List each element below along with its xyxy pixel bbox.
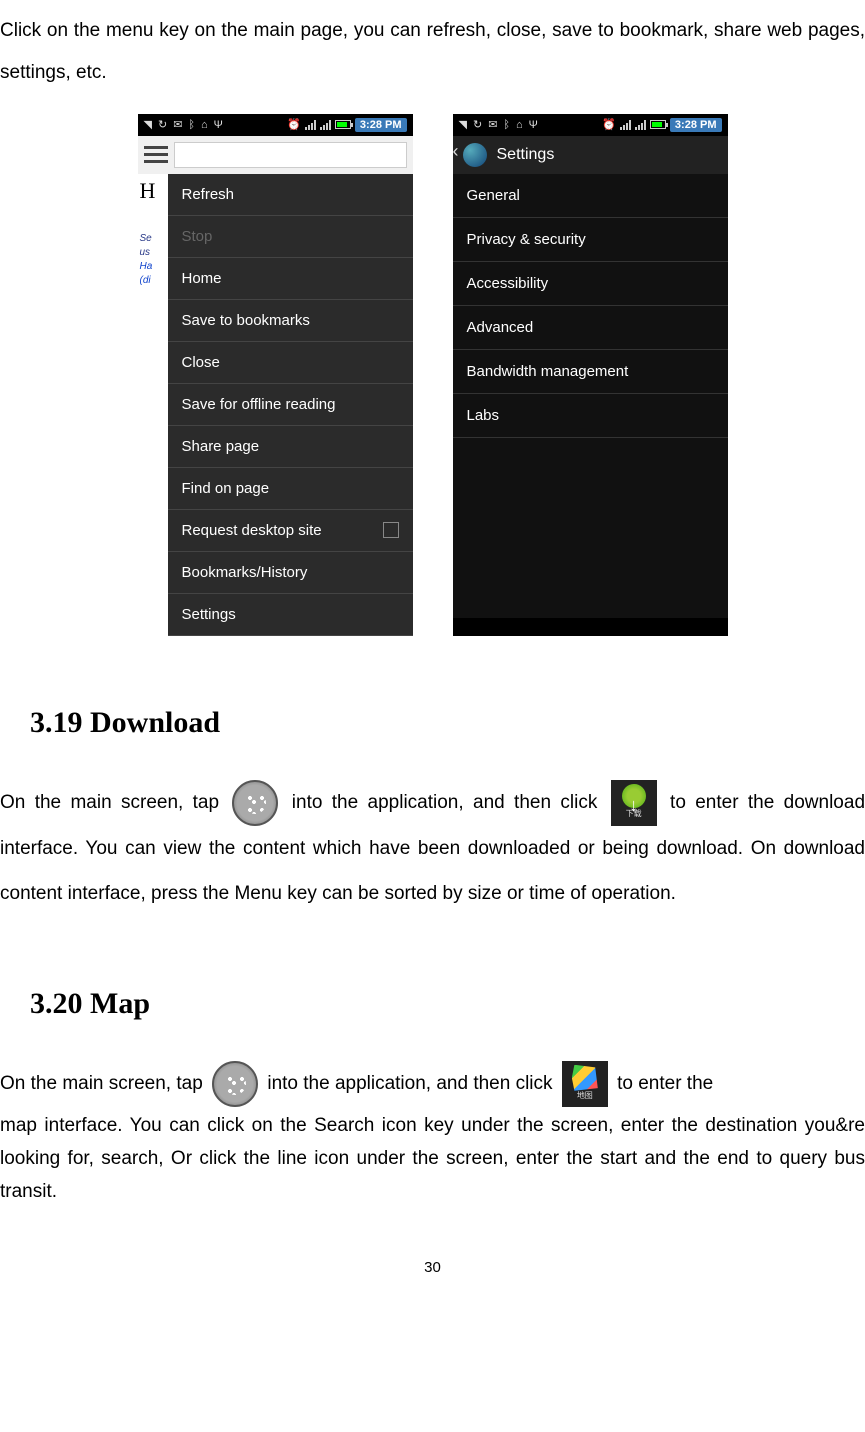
- sync-icon: ↻: [158, 118, 167, 131]
- settings-header: Settings: [453, 136, 728, 174]
- bluetooth-icon: ᛒ: [188, 119, 195, 131]
- intro-paragraph: Click on the menu key on the main page, …: [0, 10, 865, 94]
- sd-icon: ⌂: [201, 119, 208, 131]
- sd-icon: ⌂: [516, 119, 523, 131]
- url-input[interactable]: [174, 142, 407, 168]
- apps-grid-icon: [232, 780, 278, 826]
- menu-item-settings[interactable]: Settings: [168, 594, 413, 636]
- clock: 3:28 PM: [355, 118, 407, 132]
- bluetooth-icon: ᛒ: [503, 119, 510, 131]
- phone-settings: ◥ ↻ ✉ ᛒ ⌂ Ψ ⏰ 3:28 PM Settings GeneralPr…: [453, 114, 728, 636]
- menu-item-label: Find on page: [182, 480, 270, 497]
- status-bar: ◥ ↻ ✉ ᛒ ⌂ Ψ ⏰ 3:28 PM: [138, 114, 413, 136]
- text: On the main screen, tap: [0, 792, 228, 813]
- text: to enter the: [617, 1073, 713, 1094]
- alarm-icon: ⏰: [287, 118, 301, 131]
- mail-icon: ✉: [173, 118, 182, 131]
- signal-icon-2: [635, 120, 646, 130]
- menu-item-home[interactable]: Home: [168, 258, 413, 300]
- status-bar: ◥ ↻ ✉ ᛒ ⌂ Ψ ⏰ 3:28 PM: [453, 114, 728, 136]
- menu-item-label: Save for offline reading: [182, 396, 336, 413]
- battery-icon: [650, 120, 666, 129]
- settings-item-general[interactable]: General: [453, 174, 728, 218]
- heading-map: 3.20 Map: [30, 987, 865, 1021]
- settings-blank-area: [453, 438, 728, 618]
- settings-item-privacy-security[interactable]: Privacy & security: [453, 218, 728, 262]
- battery-icon: [335, 120, 351, 129]
- settings-item-labs[interactable]: Labs: [453, 394, 728, 438]
- menu-item-label: Request desktop site: [182, 522, 322, 539]
- menu-item-label: Refresh: [182, 186, 235, 203]
- icon-label: 地图: [562, 1086, 608, 1105]
- wifi-icon: ◥: [144, 118, 152, 131]
- settings-item-advanced[interactable]: Advanced: [453, 306, 728, 350]
- signal-icon-2: [320, 120, 331, 130]
- apps-grid-icon: [212, 1061, 258, 1107]
- settings-item-bandwidth-management[interactable]: Bandwidth management: [453, 350, 728, 394]
- phone-browser-menu: ◥ ↻ ✉ ᛒ ⌂ Ψ ⏰ 3:28 PM H Se: [138, 114, 413, 636]
- browser-context-menu: Refresh Stop Home Save to bookmarks Close Sav…: [168, 174, 413, 636]
- menu-item-label: Save to bookmarks: [182, 312, 310, 329]
- menu-item-label: Stop: [182, 228, 213, 245]
- heading-download: 3.19 Download: [30, 706, 865, 740]
- bg-text: us: [140, 246, 166, 260]
- download-app-icon: 下载: [611, 780, 657, 826]
- text: into the application, and then click: [267, 1073, 557, 1094]
- map-app-icon: 地图: [562, 1061, 608, 1107]
- wifi-icon: ◥: [459, 118, 467, 131]
- menu-item-share-page[interactable]: Share page: [168, 426, 413, 468]
- bg-text: (di: [140, 274, 166, 288]
- settings-title: Settings: [497, 146, 555, 164]
- settings-list: GeneralPrivacy & securityAccessibilityAd…: [453, 174, 728, 438]
- text: On the main screen, tap: [0, 1073, 208, 1094]
- menu-item-label: Share page: [182, 438, 260, 455]
- hamburger-icon[interactable]: [144, 145, 168, 165]
- text: map interface. You can click on the Sear…: [0, 1109, 865, 1209]
- checkbox-icon[interactable]: [383, 522, 399, 538]
- signal-icon: [305, 120, 316, 130]
- bg-text: Se: [140, 232, 166, 246]
- menu-item-refresh[interactable]: Refresh: [168, 174, 413, 216]
- menu-item-save-to-bookmarks[interactable]: Save to bookmarks: [168, 300, 413, 342]
- signal-icon: [620, 120, 631, 130]
- page-background-sliver: H Se us Ha (di: [138, 174, 168, 636]
- menu-item-label: Bookmarks/History: [182, 564, 308, 581]
- mail-icon: ✉: [488, 118, 497, 131]
- menu-item-find-on-page[interactable]: Find on page: [168, 468, 413, 510]
- text: into the application, and then click: [292, 792, 607, 813]
- icon-label: 下载: [611, 804, 657, 823]
- back-globe-icon[interactable]: [463, 143, 487, 167]
- sync-icon: ↻: [473, 118, 482, 131]
- usb-icon: Ψ: [529, 119, 538, 131]
- menu-item-label: Home: [182, 270, 222, 287]
- download-paragraph: On the main screen, tap into the applica…: [0, 780, 865, 917]
- usb-icon: Ψ: [214, 119, 223, 131]
- menu-item-request-desktop-site[interactable]: Request desktop site: [168, 510, 413, 552]
- map-paragraph: On the main screen, tap into the applica…: [0, 1061, 865, 1209]
- screenshots-row: ◥ ↻ ✉ ᛒ ⌂ Ψ ⏰ 3:28 PM H Se: [0, 114, 865, 636]
- menu-item-label: Settings: [182, 606, 236, 623]
- settings-item-accessibility[interactable]: Accessibility: [453, 262, 728, 306]
- browser-toolbar: [138, 136, 413, 174]
- menu-item-close[interactable]: Close: [168, 342, 413, 384]
- menu-item-save-for-offline-reading[interactable]: Save for offline reading: [168, 384, 413, 426]
- menu-item-bookmarks-history[interactable]: Bookmarks/History: [168, 552, 413, 594]
- bg-letter: H: [140, 178, 166, 204]
- bg-text: Ha: [140, 260, 166, 274]
- clock: 3:28 PM: [670, 118, 722, 132]
- alarm-icon: ⏰: [602, 118, 616, 131]
- page-number: 30: [0, 1259, 865, 1286]
- menu-item-label: Close: [182, 354, 220, 371]
- menu-item-stop: Stop: [168, 216, 413, 258]
